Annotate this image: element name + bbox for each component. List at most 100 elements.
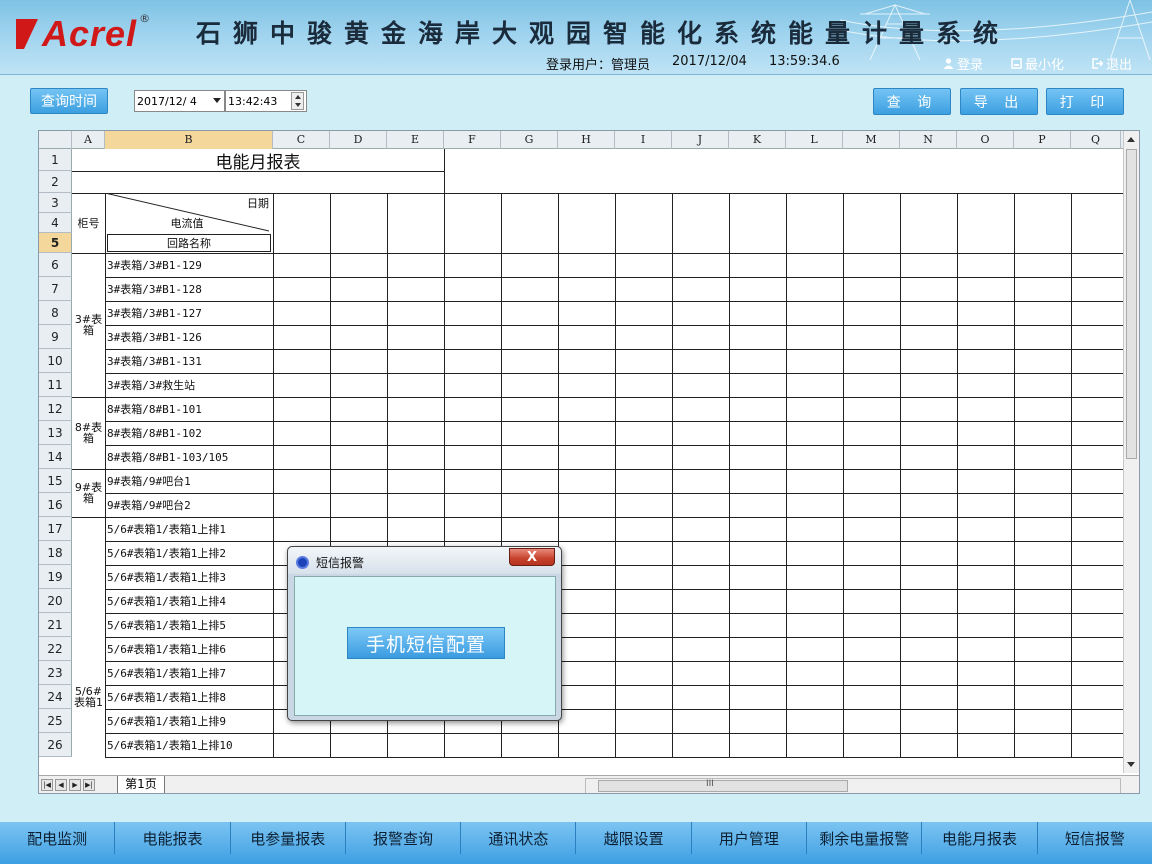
scroll-up-icon[interactable]: [1127, 137, 1135, 142]
row-header-16[interactable]: 16: [39, 493, 72, 517]
nav-item-8[interactable]: 剩余电量报警: [807, 822, 923, 854]
bottom-navigation: 配电监测 电能报表 电参量报表 报警查询 通讯状态 越限设置 用户管理 剩余电量报警 电能月报表…: [0, 822, 1152, 864]
acrel-logo: Acrel ®: [16, 12, 150, 56]
grid-line: [72, 469, 105, 470]
row-header-7[interactable]: 7: [39, 277, 72, 301]
minimize-icon: [1011, 58, 1022, 69]
nav-item-3[interactable]: 电参量报表: [231, 822, 346, 854]
minimize-button[interactable]: 最小化: [1011, 54, 1064, 73]
spreadsheet[interactable]: ABCDEFGHIJKLMNOPQ 1 2 3 4 5 6 7 8 9 10 11 12 13 14 15 1…: [38, 130, 1140, 794]
row-header-4[interactable]: 4: [39, 213, 72, 233]
column-header-k[interactable]: K: [729, 131, 786, 149]
column-header-p[interactable]: P: [1014, 131, 1071, 149]
column-header-q[interactable]: Q: [1071, 131, 1121, 149]
row-header-5[interactable]: 5: [39, 233, 72, 253]
row-header-2[interactable]: 2: [39, 171, 72, 193]
row-header-11[interactable]: 11: [39, 373, 72, 397]
column-header-f[interactable]: F: [444, 131, 501, 149]
horizontal-scrollbar[interactable]: III: [585, 778, 1121, 793]
column-header-i[interactable]: I: [615, 131, 672, 149]
dialog-title: 短信报警: [316, 556, 365, 570]
column-header-e[interactable]: E: [387, 131, 444, 149]
row-header-14[interactable]: 14: [39, 445, 72, 469]
time-spinner[interactable]: [291, 92, 304, 110]
circuit-cell: 5/6#表箱1/表箱1上排7: [107, 667, 226, 680]
nav-item-6[interactable]: 越限设置: [576, 822, 692, 854]
circuit-cell: 3#表箱/3#B1-127: [107, 307, 202, 320]
column-header-g[interactable]: G: [501, 131, 558, 149]
grid-line: [72, 517, 105, 518]
row-header-10[interactable]: 10: [39, 349, 72, 373]
nav-item-5[interactable]: 通讯状态: [461, 822, 577, 854]
column-header-h[interactable]: H: [558, 131, 615, 149]
row-header-13[interactable]: 13: [39, 421, 72, 445]
row-header-23[interactable]: 23: [39, 661, 72, 685]
circuit-cell: 9#表箱/9#吧台2: [107, 499, 191, 512]
sheet-tab-page1[interactable]: 第1页: [117, 776, 165, 793]
last-sheet-icon[interactable]: ▶|: [83, 779, 95, 791]
vertical-scrollbar[interactable]: [1123, 131, 1139, 773]
row-header-24[interactable]: 24: [39, 685, 72, 709]
next-sheet-icon[interactable]: ▶: [69, 779, 81, 791]
row-header-17[interactable]: 17: [39, 517, 72, 541]
export-button[interactable]: 导 出: [960, 88, 1038, 115]
prev-sheet-icon[interactable]: ◀: [55, 779, 67, 791]
print-button[interactable]: 打 印: [1046, 88, 1124, 115]
row-header-22[interactable]: 22: [39, 637, 72, 661]
header-circuit: 回路名称: [107, 234, 271, 252]
nav-item-9[interactable]: 电能月报表: [922, 822, 1038, 854]
header-date: 2017/12/04: [672, 54, 747, 69]
close-icon[interactable]: X: [509, 548, 555, 566]
system-title: 石狮中骏黄金海岸大观园智能化系统能量计量系统: [196, 19, 1011, 48]
nav-item-1[interactable]: 配电监测: [0, 822, 116, 854]
chevron-down-icon[interactable]: [213, 98, 221, 103]
nav-item-10[interactable]: 短信报警: [1038, 822, 1152, 854]
query-time-button[interactable]: 查询时间: [30, 88, 108, 114]
column-header-a[interactable]: A: [72, 131, 105, 149]
row-header-26[interactable]: 26: [39, 733, 72, 757]
sms-config-button[interactable]: 手机短信配置: [347, 627, 505, 659]
first-sheet-icon[interactable]: |◀: [41, 779, 53, 791]
row-header-18[interactable]: 18: [39, 541, 72, 565]
row-header-15[interactable]: 15: [39, 469, 72, 493]
row-header-25[interactable]: 25: [39, 709, 72, 733]
row-header-20[interactable]: 20: [39, 589, 72, 613]
nav-item-7[interactable]: 用户管理: [692, 822, 808, 854]
date-picker[interactable]: 2017/12/ 4: [134, 90, 225, 112]
report-grid[interactable]: 电能月报表 3#表箱 8#表箱 9#表箱 5/6#表箱1 柜号 日期 电流值 回路名称 3#表箱/…: [72, 149, 1125, 773]
nav-item-4[interactable]: 报警查询: [346, 822, 462, 854]
column-header-l[interactable]: L: [786, 131, 843, 149]
exit-button[interactable]: 退出: [1092, 54, 1132, 73]
circuit-cell: 3#表箱/3#B1-131: [107, 355, 202, 368]
row-header-6[interactable]: 6: [39, 253, 72, 277]
row-header-21[interactable]: 21: [39, 613, 72, 637]
row-header-12[interactable]: 12: [39, 397, 72, 421]
hscroll-thumb[interactable]: [598, 780, 848, 792]
sheet-corner[interactable]: [39, 131, 72, 149]
row-header-1[interactable]: 1: [39, 149, 72, 171]
column-header-n[interactable]: N: [900, 131, 957, 149]
column-header-o[interactable]: O: [957, 131, 1014, 149]
scroll-thumb[interactable]: [1126, 149, 1137, 459]
query-button[interactable]: 查 询: [873, 88, 951, 115]
row-header-8[interactable]: 8: [39, 301, 72, 325]
column-header-d[interactable]: D: [330, 131, 387, 149]
column-header-j[interactable]: J: [672, 131, 729, 149]
row-header-9[interactable]: 9: [39, 325, 72, 349]
dialog-titlebar[interactable]: 短信报警 X: [288, 547, 561, 574]
row-header-19[interactable]: 19: [39, 565, 72, 589]
login-button[interactable]: 登录: [943, 54, 983, 73]
time-picker[interactable]: 13:42:43: [225, 90, 307, 112]
sms-alarm-dialog: 短信报警 X 手机短信配置: [287, 546, 562, 721]
row-header-3[interactable]: 3: [39, 193, 72, 213]
login-button-label: 登录: [956, 58, 983, 73]
column-header-c[interactable]: C: [273, 131, 330, 149]
scroll-down-icon[interactable]: [1127, 762, 1135, 767]
login-user: 登录用户：管理员: [546, 58, 651, 73]
column-header-b[interactable]: B: [105, 131, 273, 149]
dialog-body: 手机短信配置: [294, 576, 556, 716]
column-header-m[interactable]: M: [843, 131, 900, 149]
toolbar: 查询时间 2017/12/ 4 13:42:43 查 询 导 出 打 印: [0, 76, 1152, 126]
circuit-cell: 9#表箱/9#吧台1: [107, 475, 191, 488]
nav-item-2[interactable]: 电能报表: [115, 822, 231, 854]
